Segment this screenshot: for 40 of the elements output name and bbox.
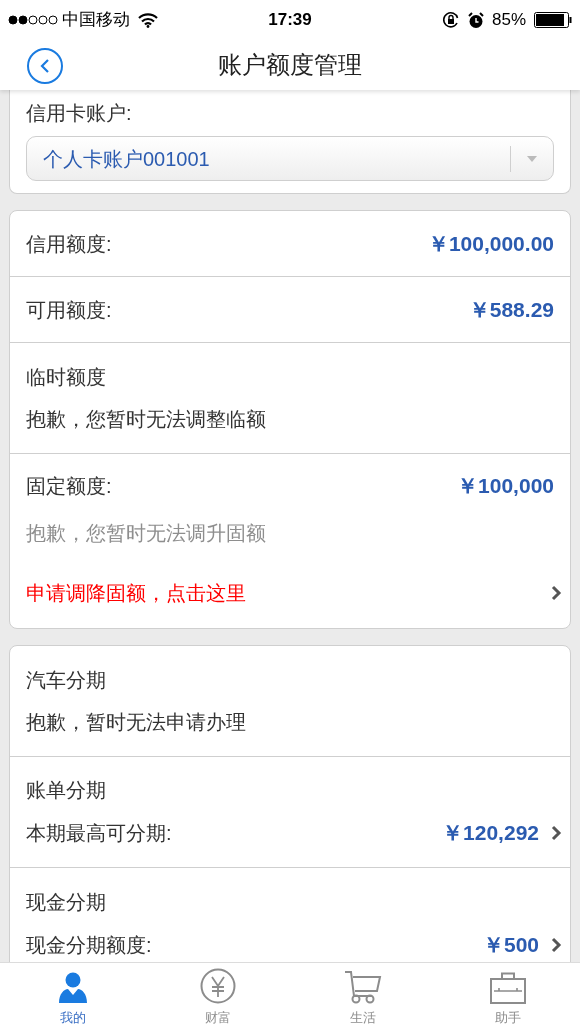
row-label: 信用额度: [26, 231, 112, 257]
back-button[interactable] [27, 48, 63, 84]
amount-value: ￥588.29 [468, 296, 554, 323]
amount-value: ￥100,000 [457, 473, 554, 499]
amount-value: ￥100,000.00 [427, 230, 554, 257]
rotation-lock-icon [442, 11, 460, 29]
page-title: 账户额度管理 [218, 50, 362, 80]
account-select[interactable]: 个人卡账户001001 [26, 136, 554, 181]
tab-bar-item[interactable]: 助手 [435, 963, 580, 1031]
yen-coin-icon [199, 967, 236, 1004]
row-title: 汽车分期 [26, 668, 106, 693]
status-time: 17:39 [268, 9, 312, 32]
notice-text: 抱歉，您暂时无法调升固额 [26, 520, 266, 546]
tab-bar-item[interactable]: 生活 [290, 963, 435, 1031]
row-title: 临时额度 [26, 365, 106, 390]
carrier-name: 中国移动 [62, 9, 130, 32]
account-label: 信用卡账户: [26, 101, 132, 126]
notice-text: 抱歉，暂时无法申请办理 [26, 710, 246, 735]
cart-icon [343, 969, 382, 1004]
chevron-right-icon [551, 825, 562, 841]
dropdown-caret-icon [527, 155, 537, 162]
row-title: 账单分期 [26, 778, 106, 804]
row-label: 可用额度: [26, 297, 112, 323]
tab-bar-item[interactable]: 我的 [0, 963, 145, 1031]
row-title: 现金分期 [26, 889, 106, 915]
briefcase-icon [489, 971, 526, 1004]
chevron-right-icon [551, 936, 562, 953]
installment-link[interactable]: 现金分期额度: ￥500 [26, 928, 562, 961]
chevron-right-icon [551, 585, 562, 601]
person-icon [57, 971, 88, 1004]
alarm-icon [468, 11, 484, 29]
battery-icon [534, 12, 572, 28]
row-label: 固定额度: [26, 473, 112, 499]
battery-percent: 85% [492, 9, 526, 32]
tab-bar-item[interactable]: 财富 [145, 963, 290, 1031]
reduce-limit-link[interactable]: 申请调降固额，点击这里 [26, 578, 562, 608]
wifi-icon [138, 12, 158, 28]
installment-link[interactable]: 本期最高可分期: ￥120,292 [26, 817, 562, 849]
notice-text: 抱歉，您暂时无法调整临额 [26, 407, 266, 432]
signal-icon [8, 15, 58, 25]
